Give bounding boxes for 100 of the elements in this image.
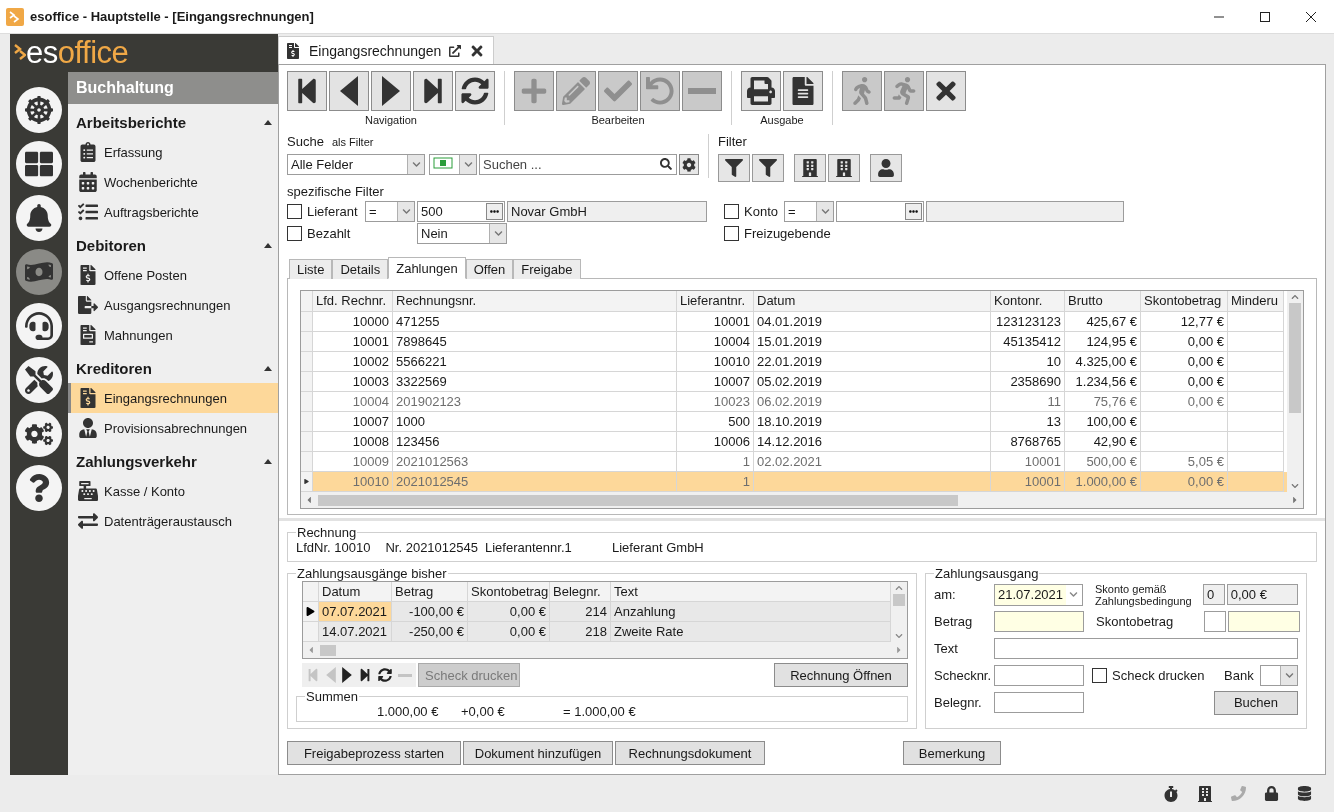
action-button[interactable]: Dokument hinzufügen [463, 741, 613, 765]
nav-item[interactable]: Erfassung [68, 137, 278, 167]
table-row[interactable]: 10009 2021012563 1 02.02.2021 10001 500,00 € 5,05 € [301, 452, 1287, 472]
action-button[interactable]: Rechnungsdokument [615, 741, 765, 765]
caret-icon[interactable] [264, 458, 272, 464]
table-row[interactable]: 10007 1000 500 18.10.2019 13 100,00 € [301, 412, 1287, 432]
nav-item[interactable]: Auftragsberichte [68, 197, 278, 227]
caret-icon[interactable] [264, 365, 272, 371]
close-button[interactable] [926, 71, 966, 111]
settings-button[interactable] [679, 154, 699, 175]
days-input[interactable] [1204, 611, 1226, 632]
tab[interactable]: Zahlungen [388, 257, 466, 279]
filter-apply-button[interactable] [752, 154, 784, 182]
checkbox[interactable] [287, 204, 302, 219]
column-header[interactable]: Skontobetrag [468, 582, 550, 602]
column-header[interactable]: Datum [319, 582, 392, 602]
refresh-button[interactable] [455, 71, 495, 111]
caret-icon[interactable] [264, 119, 272, 125]
date-field[interactable]: 21.07.2021 [994, 583, 1083, 606]
person-button[interactable] [870, 154, 902, 182]
last-button[interactable] [413, 71, 453, 111]
previous-button[interactable] [329, 71, 369, 111]
amount-input[interactable] [994, 611, 1084, 632]
table-row[interactable]: 10001 7898645 10004 15.01.2019 45135412 124,95 € 0,00 € [301, 332, 1287, 352]
checkbox[interactable] [724, 226, 739, 241]
lookup-field[interactable]: 500 [417, 201, 505, 222]
lookup-field[interactable] [836, 201, 924, 222]
horizontal-scrollbar[interactable] [301, 492, 1303, 508]
scrollbar-thumb[interactable] [1289, 303, 1301, 413]
next-button[interactable] [371, 71, 411, 111]
vertical-scrollbar[interactable] [1287, 291, 1303, 492]
tab[interactable]: Liste [289, 259, 333, 279]
table-row[interactable]: 10002 5566221 10010 22.01.2019 10 4.325,00 € 0,00 € [301, 352, 1287, 372]
tab[interactable]: Freigabe [513, 259, 581, 279]
row-header[interactable] [301, 472, 313, 492]
column-header[interactable]: Lieferantnr. [677, 291, 754, 312]
module-button[interactable] [16, 465, 62, 511]
check-number-input[interactable] [994, 665, 1084, 686]
action-button[interactable]: Freigabeprozess starten [287, 741, 461, 765]
column-header[interactable]: Kontonr. [991, 291, 1065, 312]
module-button[interactable] [16, 141, 62, 187]
bank-dropdown[interactable] [1260, 665, 1298, 686]
module-button[interactable] [16, 411, 62, 457]
next-icon[interactable] [342, 667, 352, 683]
checkbox[interactable] [1092, 668, 1107, 683]
row-header[interactable] [303, 602, 319, 622]
tab[interactable]: Details [332, 259, 389, 279]
table-row[interactable]: 10003 3322569 10007 05.02.2019 2358690 1.234,56 € 0,00 € [301, 372, 1287, 392]
refresh-icon[interactable] [378, 668, 392, 682]
nav-item[interactable]: Mahnungen [68, 320, 278, 350]
column-header[interactable]: Betrag [392, 582, 468, 602]
nav-item[interactable]: Ausgangsrechnungen [68, 290, 278, 320]
search-field[interactable]: Suchen ... [479, 154, 677, 175]
popout-icon[interactable] [449, 44, 462, 57]
first-button[interactable] [287, 71, 327, 111]
checkbox[interactable] [287, 226, 302, 241]
tab[interactable]: Offen [465, 259, 514, 279]
action-button[interactable]: Bemerkung [903, 741, 1001, 765]
last-icon[interactable] [358, 668, 372, 682]
horizontal-scrollbar[interactable] [303, 642, 907, 658]
module-button[interactable] [16, 357, 62, 403]
column-header[interactable]: Skontobetrag [1141, 291, 1228, 312]
module-button[interactable] [16, 195, 62, 241]
column-header[interactable]: Datum [754, 291, 991, 312]
table-row[interactable]: 10008 123456 10006 14.12.2016 8768765 42,90 € [301, 432, 1287, 452]
column-header[interactable]: Rechnungsnr. [393, 291, 677, 312]
filter-edit-button[interactable] [718, 154, 750, 182]
module-button[interactable] [16, 87, 62, 133]
checkbox[interactable] [724, 204, 739, 219]
scrollbar-thumb[interactable] [320, 644, 336, 656]
section-title[interactable]: Debitoren [76, 236, 146, 254]
table-row[interactable]: 10000 471255 10001 04.01.2019 123123123 425,67 € 12,77 € [301, 312, 1287, 332]
building-filter-button[interactable] [794, 154, 826, 182]
module-button[interactable] [16, 303, 62, 349]
nav-item[interactable]: Datenträgeraustausch [68, 506, 278, 536]
column-header[interactable]: Brutto [1065, 291, 1141, 312]
section-title[interactable]: Zahlungsverkehr [76, 452, 197, 470]
voucher-input[interactable] [994, 692, 1084, 713]
operator-dropdown[interactable]: = [784, 201, 834, 222]
column-header[interactable]: Belegnr. [550, 582, 611, 602]
vertical-scrollbar[interactable] [891, 582, 907, 642]
field-dropdown[interactable]: Alle Felder [287, 154, 425, 175]
scrollbar-thumb[interactable] [318, 494, 958, 506]
text-input[interactable] [994, 638, 1298, 659]
nav-item[interactable]: Kasse / Konto [68, 476, 278, 506]
column-header[interactable]: Text [611, 582, 891, 602]
book-button[interactable]: Buchen [1214, 690, 1298, 715]
scrollbar-thumb[interactable] [893, 594, 905, 606]
nav-item[interactable]: Eingangsrechnungen [68, 383, 278, 413]
discount-input[interactable] [1228, 611, 1300, 632]
filter-mode-link[interactable]: als Filter [331, 136, 374, 148]
section-title[interactable]: Arbeitsberichte [76, 113, 187, 131]
ellipsis-button[interactable] [486, 203, 503, 220]
open-invoice-button[interactable]: Rechnung Öffnen [774, 663, 908, 687]
value-dropdown[interactable]: Nein [417, 223, 507, 244]
buildings-filter-button[interactable] [828, 154, 860, 182]
report-button[interactable] [783, 71, 823, 111]
column-header[interactable]: Lfd. Rechnr. [313, 291, 393, 312]
section-title[interactable]: Kreditoren [76, 359, 152, 377]
nav-item[interactable]: Wochenberichte [68, 167, 278, 197]
